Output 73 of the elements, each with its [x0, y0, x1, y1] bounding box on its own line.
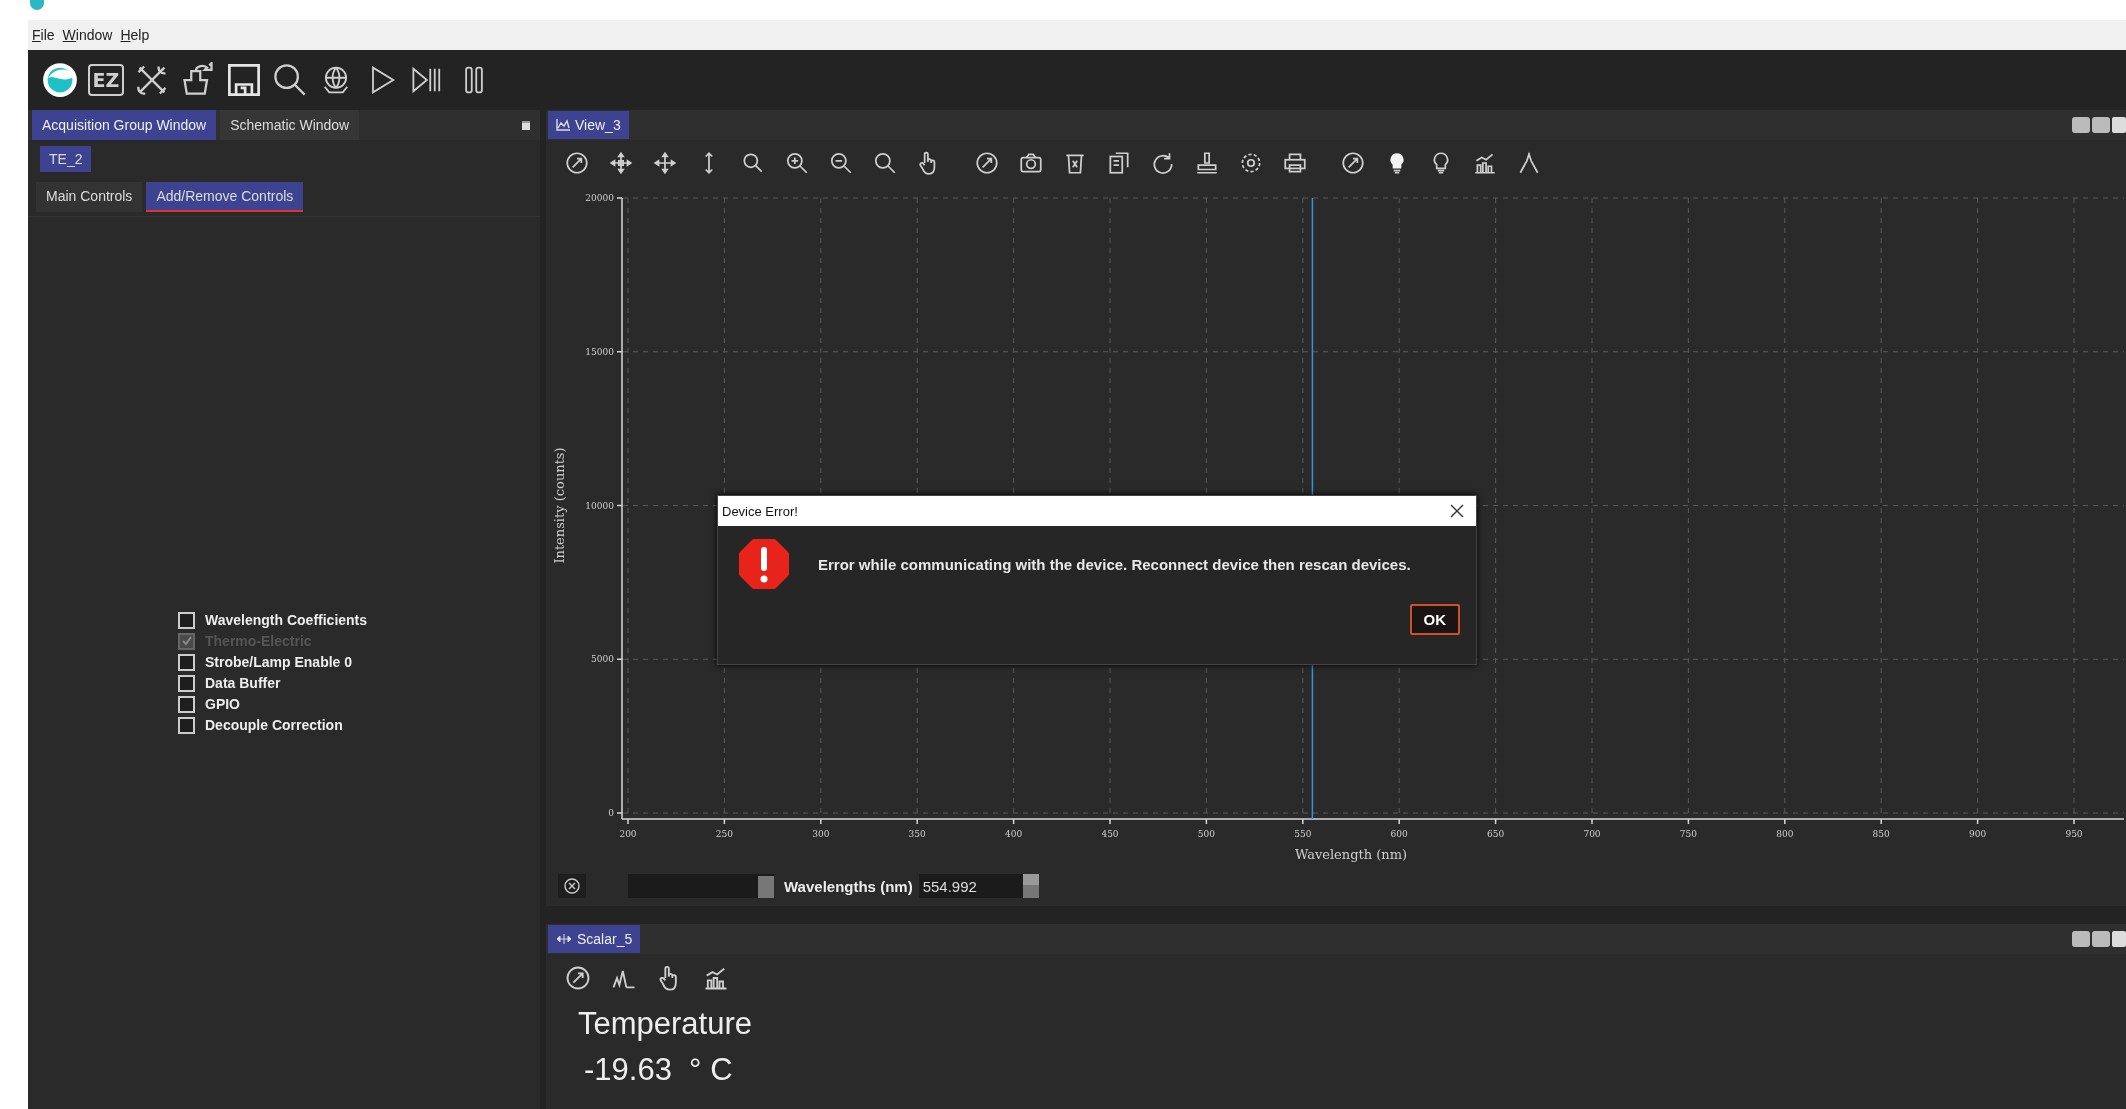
wavelength-label: Wavelengths (nm): [784, 877, 913, 895]
tick-label: 950: [2065, 829, 2083, 839]
scalar-tab[interactable]: Scalar_5: [548, 925, 641, 953]
tick-label: 5000: [591, 654, 614, 665]
search-icon[interactable]: [272, 62, 308, 98]
device-tab[interactable]: TE_2: [40, 146, 92, 172]
close-icon[interactable]: [1450, 504, 1464, 518]
tick-label: 300: [812, 829, 830, 839]
zoom-reset-icon[interactable]: [564, 150, 590, 176]
checkbox-label: Strobe/Lamp Enable 0: [205, 654, 353, 670]
export-icon[interactable]: [180, 62, 216, 98]
tick-label: 0: [608, 808, 614, 818]
logo-icon[interactable]: [42, 62, 78, 98]
tick-label: 850: [1872, 829, 1890, 839]
zoom-out-icon[interactable]: [828, 150, 854, 176]
checkbox-label: GPIO: [205, 696, 240, 712]
view-tab[interactable]: View_3: [548, 111, 629, 139]
controls-tab[interactable]: Main Controls: [36, 182, 143, 212]
error-message: Error while communicating with the device. Reconnect device then rescan devices.: [818, 555, 1411, 573]
tick-label: 600: [1390, 829, 1408, 839]
clear-icon[interactable]: [558, 874, 586, 898]
tick-label: 800: [1776, 829, 1794, 839]
tick-label: 15000: [585, 346, 614, 357]
tick-label: 200: [619, 829, 637, 839]
menu-item[interactable]: Window: [62, 27, 113, 43]
scalar-reading: -19.63 ° C: [583, 1052, 734, 1088]
tick-label: 550: [1294, 829, 1312, 839]
tick-label: 20000: [585, 193, 614, 203]
app-logo-icon: [30, 0, 44, 10]
move-icon: [556, 933, 572, 945]
scalar-name: Temperature: [577, 1006, 754, 1042]
tick-label: 10000: [585, 500, 614, 511]
zoom-in-icon[interactable]: [784, 150, 810, 176]
zoom-reset-icon[interactable]: [974, 150, 1000, 176]
x-axis-title: Wavelength (nm): [1294, 847, 1408, 862]
tick-label: 350: [908, 829, 926, 839]
checkbox-label: Data Buffer: [205, 675, 281, 691]
tick-label: 250: [715, 829, 733, 839]
crosshair-icon[interactable]: [652, 150, 678, 176]
zoom-reset-icon[interactable]: [1340, 150, 1366, 176]
window-controls-icon[interactable]: [2072, 117, 2126, 133]
tick-label: 900: [1969, 829, 1987, 839]
printer-icon[interactable]: [1282, 150, 1308, 176]
panel-tab[interactable]: Acquisition Group Window: [32, 110, 217, 140]
minimize-icon[interactable]: [522, 120, 530, 130]
search-icon[interactable]: [872, 150, 898, 176]
window-controls-icon[interactable]: [2072, 931, 2126, 947]
menu-item[interactable]: Help: [120, 27, 150, 43]
copy-icon[interactable]: [1106, 150, 1132, 176]
stamp-icon[interactable]: [1194, 150, 1220, 176]
tick-label: 650: [1487, 829, 1505, 839]
ok-button[interactable]: OK: [1409, 604, 1460, 635]
controls-tab[interactable]: Add/Remove Controls: [146, 182, 304, 212]
camera-icon[interactable]: [1018, 150, 1044, 176]
tick-label: 700: [1583, 829, 1601, 839]
y-axis-title: Intensity (counts): [552, 447, 567, 564]
tick-label: 750: [1679, 829, 1697, 839]
tick-label: 500: [1197, 829, 1215, 839]
dialog-title: Device Error!: [722, 503, 798, 519]
ez-button[interactable]: EZ: [88, 64, 124, 96]
save-icon[interactable]: [226, 62, 262, 98]
move-icon[interactable]: [608, 150, 634, 176]
checkbox-label: Wavelength Coefficients: [205, 612, 368, 628]
graph-icon: [556, 119, 570, 131]
dropdown-field[interactable]: [628, 874, 774, 898]
menu-item[interactable]: File: [32, 27, 55, 43]
zoom-reset-icon[interactable]: [564, 964, 592, 992]
wavelength-field[interactable]: 554.992: [918, 874, 1023, 898]
tick-label: 450: [1101, 829, 1119, 839]
panel-tab[interactable]: Schematic Window: [220, 110, 360, 140]
checkbox-label: Decouple Correction: [205, 717, 343, 733]
error-icon: [736, 536, 792, 592]
tick-label: 400: [1005, 829, 1023, 839]
